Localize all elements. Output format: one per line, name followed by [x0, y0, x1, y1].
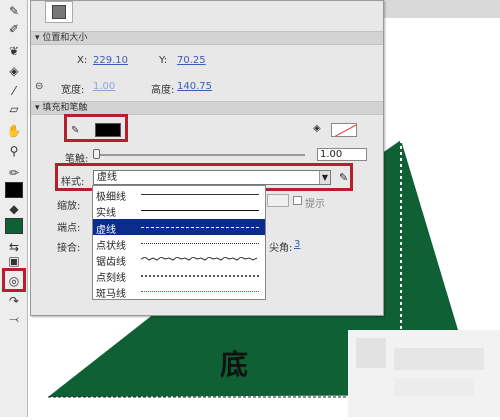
- stroke-color-chip[interactable]: [95, 123, 121, 137]
- scale-dropdown[interactable]: [267, 194, 289, 207]
- cap-label: 端点:: [57, 223, 81, 234]
- style-option-hatched[interactable]: 斑马线: [93, 283, 265, 300]
- stroke-slider-thumb[interactable]: [93, 149, 100, 159]
- style-option-dotted[interactable]: 点状线: [93, 235, 265, 252]
- lock-proportions-icon[interactable]: ⊝: [35, 81, 43, 92]
- smooth-icon[interactable]: ⤙: [4, 310, 24, 328]
- section-fill-stroke[interactable]: ▾ 填充和笔触: [31, 101, 383, 115]
- style-option-stipple[interactable]: 点刻线: [93, 267, 265, 284]
- style-option-ragged[interactable]: 锯齿线: [93, 251, 265, 268]
- stroke-height-input[interactable]: 1.00: [317, 148, 367, 161]
- deco-icon[interactable]: ❦: [4, 42, 24, 60]
- miter-value[interactable]: 3: [294, 239, 300, 250]
- tools-panel: ✎ ✐ ❦ ◈ ⁄ ▱ ✋ ⚲ ✏ ◆ ⇆ ▣ ◎ ↷ ⤙: [0, 0, 28, 417]
- height-label: 高度:: [151, 85, 175, 96]
- eraser-icon[interactable]: ▱: [4, 100, 24, 118]
- fill-color-swatch[interactable]: [5, 218, 23, 234]
- fill-bucket-icon: ◈: [313, 123, 321, 134]
- style-label: 样式:: [61, 177, 85, 188]
- hand-icon[interactable]: ✋: [4, 122, 24, 140]
- style-dropdown[interactable]: 虚线: [93, 170, 331, 185]
- stroke-color-icon[interactable]: ✏: [4, 164, 24, 182]
- x-value[interactable]: 229.10: [93, 55, 128, 66]
- style-option-dashed[interactable]: 虚线: [93, 219, 265, 236]
- default-colors-icon[interactable]: ▣: [4, 252, 24, 270]
- solid-preview: [141, 210, 259, 211]
- paint-bucket-icon[interactable]: ◈: [4, 62, 24, 80]
- edit-stroke-style-icon[interactable]: ✎: [339, 171, 348, 184]
- width-label: 宽度:: [61, 85, 85, 96]
- zoom-icon[interactable]: ⚲: [4, 142, 24, 160]
- y-value[interactable]: 70.25: [177, 55, 206, 66]
- scale-label: 缩放:: [57, 201, 81, 212]
- stroke-height-label: 笔触:: [65, 154, 89, 165]
- hint-checkbox[interactable]: [293, 196, 302, 205]
- style-dropdown-value: 虚线: [97, 172, 117, 183]
- join-label: 接合:: [57, 243, 81, 254]
- fill-color-icon[interactable]: ◆: [4, 200, 24, 218]
- object-drawing-icon[interactable]: ◎: [4, 272, 24, 290]
- style-options-list: 极细线 实线 虚线 点状线 锯齿线 点刻线 斑马线: [92, 185, 266, 300]
- style-option-solid[interactable]: 实线: [93, 202, 265, 219]
- width-value[interactable]: 1.00: [93, 81, 115, 92]
- brush-icon[interactable]: ✐: [4, 20, 24, 38]
- stroke-pencil-icon: ✎: [71, 125, 80, 136]
- stipple-preview: [141, 275, 259, 277]
- x-label: X:: [77, 55, 88, 66]
- shape-icon: [45, 1, 73, 23]
- stroke-color-swatch[interactable]: [5, 182, 23, 198]
- fill-color-chip[interactable]: [331, 123, 357, 137]
- hairline-preview: [141, 194, 259, 195]
- pencil-icon[interactable]: ✎: [4, 2, 24, 20]
- height-value[interactable]: 140.75: [177, 81, 212, 92]
- section-position-size[interactable]: ▾ 位置和大小: [31, 31, 383, 45]
- dashed-preview: [141, 227, 259, 228]
- watermark: [348, 330, 500, 417]
- hint-checkbox-label: 提示: [305, 199, 325, 210]
- hatched-preview: [141, 291, 259, 292]
- chevron-down-icon[interactable]: ▼: [319, 171, 330, 184]
- stroke-slider-track[interactable]: [95, 154, 305, 156]
- eyedropper-icon[interactable]: ⁄: [4, 82, 24, 100]
- stage-top-strip: [380, 0, 500, 18]
- y-label: Y:: [159, 55, 168, 66]
- shape-label: 底: [220, 348, 249, 381]
- snap-icon[interactable]: ↷: [4, 292, 24, 310]
- dotted-preview: [141, 243, 259, 244]
- style-option-hairline[interactable]: 极细线: [93, 186, 265, 203]
- miter-label: 尖角:: [269, 243, 293, 254]
